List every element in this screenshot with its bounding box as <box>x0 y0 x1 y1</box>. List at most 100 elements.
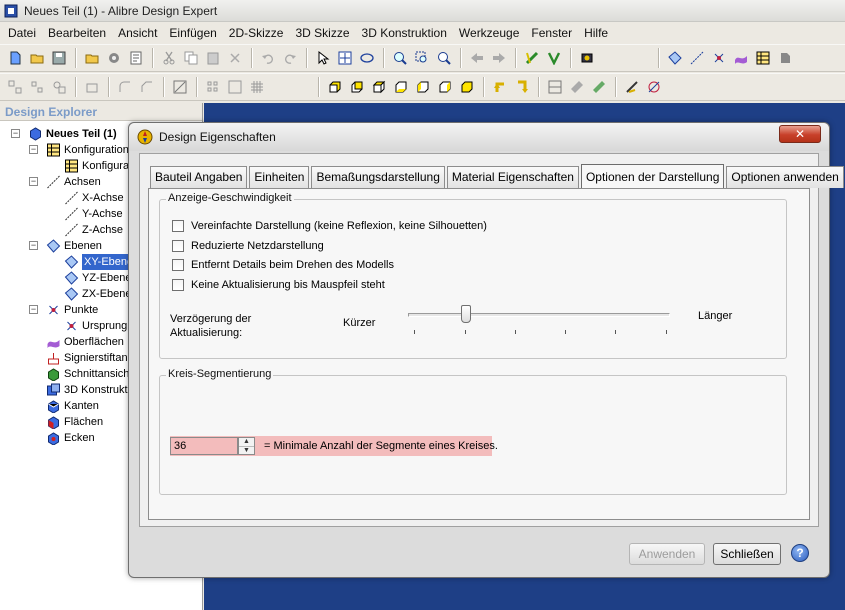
tab[interactable]: Material Eigenschaften <box>446 166 579 188</box>
close-button[interactable]: Schließen <box>713 543 781 565</box>
section-view-icon[interactable] <box>545 77 565 97</box>
zoom-window-icon[interactable] <box>412 48 432 68</box>
tree-item[interactable]: Z-Achse <box>64 222 123 238</box>
surface-tool-icon[interactable] <box>731 48 751 68</box>
rotate-icon[interactable] <box>357 48 377 68</box>
update-delay-slider-track[interactable] <box>408 313 670 317</box>
segment-count-spinner[interactable]: ▲ ▼ <box>238 437 255 455</box>
tree-item[interactable]: Flächen <box>46 414 103 430</box>
tree-item[interactable]: Oberflächen <box>46 334 124 350</box>
zoom-fit-icon[interactable] <box>434 48 454 68</box>
sectioning-icon[interactable] <box>567 77 587 97</box>
menu-item[interactable]: Bearbeiten <box>42 26 112 40</box>
grid-icon[interactable] <box>247 77 267 97</box>
spin-down-icon[interactable]: ▼ <box>239 446 254 454</box>
tab[interactable]: Bemaßungsdarstellung <box>311 166 445 188</box>
tree-item[interactable]: Ecken <box>46 430 95 446</box>
view-front-icon[interactable] <box>325 77 345 97</box>
menu-item[interactable]: 3D Konstruktion <box>356 26 453 40</box>
view-next-icon[interactable] <box>512 77 532 97</box>
redo-icon[interactable] <box>280 48 300 68</box>
select-arrow-icon[interactable] <box>313 48 333 68</box>
tab[interactable]: Bauteil Angaben <box>150 166 248 188</box>
tree-item[interactable]: YZ-Ebene <box>64 270 132 286</box>
tree-expander[interactable]: − <box>29 305 38 314</box>
shaded-icon[interactable] <box>589 77 609 97</box>
tree-item[interactable]: XY-Ebene <box>64 254 136 270</box>
menu-item[interactable]: 2D-Skizze <box>223 26 290 40</box>
open-icon[interactable] <box>82 48 102 68</box>
chamfer-icon[interactable] <box>137 77 157 97</box>
shell-icon[interactable] <box>82 77 102 97</box>
arrow-right-icon[interactable] <box>489 48 509 68</box>
hole-icon[interactable] <box>225 77 245 97</box>
delete-icon[interactable] <box>225 48 245 68</box>
menu-item[interactable]: Hilfe <box>578 26 614 40</box>
copy-icon[interactable] <box>181 48 201 68</box>
cut-icon[interactable] <box>159 48 179 68</box>
sketch-exit-icon[interactable] <box>544 48 564 68</box>
zoom-in-icon[interactable] <box>390 48 410 68</box>
view-top-icon[interactable] <box>369 77 389 97</box>
measure-icon[interactable] <box>622 77 642 97</box>
display-option-row[interactable]: Vereinfachte Darstellung (keine Reflexio… <box>172 220 487 232</box>
display-option-checkbox[interactable] <box>172 278 184 291</box>
display-option-checkbox[interactable] <box>172 220 184 232</box>
sketch-grid-icon[interactable] <box>5 77 25 97</box>
tree-expander[interactable]: − <box>11 129 20 138</box>
dimension-icon[interactable] <box>27 77 47 97</box>
menu-item[interactable]: Ansicht <box>112 26 163 40</box>
paste-icon[interactable] <box>203 48 223 68</box>
segment-count-input[interactable]: 36 <box>170 437 238 455</box>
spin-up-icon[interactable]: ▲ <box>239 438 254 446</box>
display-option-row[interactable]: Keine Aktualisierung bis Mauspfeil steht <box>172 278 385 291</box>
analysis-icon[interactable] <box>644 77 664 97</box>
display-option-row[interactable]: Entfernt Details beim Drehen des Modells <box>172 259 394 271</box>
view-left-icon[interactable] <box>413 77 433 97</box>
tree-expander[interactable]: − <box>29 177 38 186</box>
open-folder-icon[interactable] <box>27 48 47 68</box>
tree-item[interactable]: Ebenen <box>46 238 102 254</box>
tree-item[interactable]: Achsen <box>46 174 101 190</box>
pan-icon[interactable] <box>335 48 355 68</box>
axis-tool-icon[interactable] <box>687 48 707 68</box>
display-option-row[interactable]: Reduzierte Netzdarstellung <box>172 239 324 252</box>
save-icon[interactable] <box>49 48 69 68</box>
tree-item[interactable]: Neues Teil (1) <box>28 126 117 142</box>
tree-item[interactable]: Konfigurationen <box>46 142 141 158</box>
pattern-icon[interactable] <box>203 77 223 97</box>
fillet-icon[interactable] <box>115 77 135 97</box>
dialog-close-button[interactable]: ✕ <box>779 125 821 143</box>
plane-tool-icon[interactable] <box>665 48 685 68</box>
tree-item[interactable]: ZX-Ebene <box>64 286 132 302</box>
tree-item[interactable]: Kanten <box>46 398 99 414</box>
help-icon[interactable]: ? <box>791 544 809 562</box>
view-right-icon[interactable] <box>435 77 455 97</box>
menu-item[interactable]: 3D Skizze <box>289 26 355 40</box>
view-iso-icon[interactable] <box>457 77 477 97</box>
menu-item[interactable]: Datei <box>2 26 42 40</box>
new-icon[interactable] <box>5 48 25 68</box>
menu-item[interactable]: Werkzeuge <box>453 26 525 40</box>
arrow-left-icon[interactable] <box>467 48 487 68</box>
tree-item[interactable]: Punkte <box>46 302 98 318</box>
tree-expander[interactable]: − <box>29 241 38 250</box>
tree-expander[interactable]: − <box>29 145 38 154</box>
update-delay-slider-thumb[interactable] <box>460 305 471 323</box>
view-bottom-icon[interactable] <box>391 77 411 97</box>
point-tool-icon[interactable] <box>709 48 729 68</box>
menu-item[interactable]: Einfügen <box>163 26 222 40</box>
gear-icon[interactable] <box>104 48 124 68</box>
render-icon[interactable] <box>577 48 597 68</box>
mirror-icon[interactable] <box>170 77 190 97</box>
sketch-icon[interactable] <box>522 48 542 68</box>
table-tool-icon[interactable] <box>753 48 773 68</box>
apply-button[interactable]: Anwenden <box>629 543 705 565</box>
display-option-checkbox[interactable] <box>172 239 184 252</box>
display-option-checkbox[interactable] <box>172 259 184 271</box>
tab[interactable]: Einheiten <box>249 166 310 188</box>
tab[interactable]: Optionen anwenden <box>726 166 844 188</box>
tree-item[interactable]: Y-Achse <box>64 206 123 222</box>
view-prev-icon[interactable] <box>490 77 510 97</box>
properties-icon[interactable] <box>126 48 146 68</box>
